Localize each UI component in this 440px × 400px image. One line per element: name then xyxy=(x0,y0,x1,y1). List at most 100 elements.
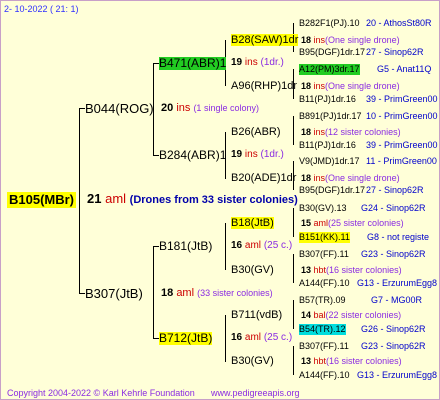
g4-queen[interactable]: B711(vdB) xyxy=(231,309,282,321)
g5-queen[interactable]: B307(FF).11 xyxy=(299,341,349,352)
g4-num: 14 xyxy=(301,310,312,320)
g4-note: (One single drone) xyxy=(325,35,400,45)
g3-queen[interactable]: B712(JtB) xyxy=(159,332,213,345)
g4-note: (25 sister colonies) xyxy=(328,218,404,228)
g2-num: 20 xyxy=(161,102,174,114)
connector xyxy=(293,116,294,145)
g5-queen[interactable]: B891(PJ)1dr.17 xyxy=(299,111,362,122)
g5-line: G23 - Sinop62R xyxy=(361,249,426,259)
g2-queen[interactable]: B307(JtB) xyxy=(85,287,143,301)
g5-line: 27 - Sinop62R xyxy=(366,185,424,195)
g4-note: (16 sister colonies) xyxy=(326,265,402,275)
g4-tag: hbt xyxy=(313,356,327,366)
copyright-text: Copyright 2004-2022 © Karl Kehrle Founda… xyxy=(7,388,195,398)
g4-num: 18 xyxy=(301,35,312,45)
g4-tag: aml xyxy=(313,218,329,228)
g4-queen[interactable]: B30(GV) xyxy=(231,264,274,276)
g4-tag: ins xyxy=(313,81,326,91)
g5-line: 11 - PrimGreen00 xyxy=(366,156,437,166)
g4-tag: ins xyxy=(313,127,326,137)
g3-note: (25 c.) xyxy=(263,240,293,251)
g4-note: (22 sister colonies) xyxy=(325,310,402,320)
root-num: 21 xyxy=(87,191,102,206)
g5-line: G24 - Sinop62R xyxy=(361,203,426,213)
g5-queen[interactable]: B151(KK).11 xyxy=(299,232,350,243)
g4-note: (12 sister colonies) xyxy=(325,127,401,137)
g5-line: G7 - MG00R xyxy=(371,295,423,305)
g5-queen[interactable]: B11(PJ)1dr.16 xyxy=(299,140,356,151)
g5-queen[interactable]: B11(PJ)1dr.16 xyxy=(299,94,356,105)
g3-tag: ins xyxy=(244,57,258,68)
g2-tag: aml xyxy=(176,287,195,299)
connector xyxy=(293,346,294,375)
g4-queen[interactable]: B18(JtB) xyxy=(231,217,274,229)
g4-num: 13 xyxy=(301,265,312,275)
g4-note: (One single drone) xyxy=(325,173,400,183)
connector xyxy=(225,223,226,270)
g5-queen[interactable]: B54(TR).12 xyxy=(299,324,346,335)
g5-queen[interactable]: B57(TR).09 xyxy=(299,295,346,306)
g4-note: (16 sister colonies) xyxy=(326,356,402,366)
connector xyxy=(293,254,294,283)
g4-info: 18 ins(One single drone) xyxy=(301,34,400,46)
g5-queen[interactable]: B95(DGF)1dr.17 xyxy=(299,185,365,196)
g4-tag: bal xyxy=(313,310,326,320)
g3-queen[interactable]: B471(ABR)1 xyxy=(159,57,227,70)
g5-queen[interactable]: A12(PM)3dr.17 xyxy=(299,64,360,75)
g5-queen[interactable]: V9(JMD)1dr.17 xyxy=(299,156,360,167)
root-info: 21 aml (Drones from 33 sister colonies) xyxy=(87,191,298,206)
g5-line: G26 - Sinop62R xyxy=(361,324,426,334)
g3-note: (25 c.) xyxy=(263,332,293,343)
g2-note: (33 sister colonies) xyxy=(197,288,273,298)
date-stamp: 2- 10-2022 ( 21: 1) xyxy=(4,4,79,14)
g3-tag: ins xyxy=(244,149,258,160)
g4-note: (One single drone) xyxy=(325,81,400,91)
g4-tag: hbt xyxy=(313,265,327,275)
root-queen[interactable]: B105(MBr) xyxy=(7,192,77,208)
g3-queen[interactable]: B181(JtB) xyxy=(159,240,212,253)
g5-queen[interactable]: B282F1(PJ).10 xyxy=(299,18,360,29)
g3-num: 19 xyxy=(231,57,243,68)
g3-info: 19 ins (1dr.) xyxy=(231,57,284,69)
g5-queen[interactable]: B30(GV).13 xyxy=(299,203,347,214)
g4-queen[interactable]: B30(GV) xyxy=(231,355,274,367)
g5-queen[interactable]: B307(FF).11 xyxy=(299,249,349,260)
g5-queen[interactable]: A144(FF).10 xyxy=(299,278,350,289)
connector xyxy=(153,246,154,338)
connector xyxy=(225,315,226,362)
g3-tag: aml xyxy=(244,332,262,343)
g5-line: G23 - Sinop62R xyxy=(361,341,426,351)
g5-line: G5 - Anat11Q xyxy=(377,64,432,74)
g4-num: 18 xyxy=(301,173,312,183)
g3-num: 16 xyxy=(231,332,243,343)
g4-queen[interactable]: B26(ABR) xyxy=(231,126,281,138)
g2-info: 20 ins (1 single colony) xyxy=(161,102,259,114)
connector xyxy=(293,300,294,329)
g3-queen[interactable]: B284(ABR)1 xyxy=(159,149,226,162)
g4-queen[interactable]: A96(RHP)1dr xyxy=(231,80,297,92)
g4-info: 14 bal(22 sister colonies) xyxy=(301,309,401,321)
g2-note: (1 single colony) xyxy=(193,103,259,113)
g4-queen[interactable]: B28(SAW)1dr xyxy=(231,34,299,46)
pedigree-frame: 2- 10-2022 ( 21: 1) B105(MBr) 21 aml (Dr… xyxy=(0,0,440,400)
g2-queen[interactable]: B044(ROG) xyxy=(85,102,154,116)
g5-queen[interactable]: B95(DGF)1dr.17 xyxy=(299,47,365,58)
g3-note: (1dr.) xyxy=(260,149,284,160)
g4-info: 13 hbt(16 sister colonies) xyxy=(301,355,402,367)
g5-queen[interactable]: A144(FF).10 xyxy=(299,370,350,381)
g2-num: 18 xyxy=(161,287,174,299)
site-link[interactable]: www.pedigreeapis.org xyxy=(211,387,300,399)
g5-line: 39 - PrimGreen00 xyxy=(366,94,438,104)
g4-info: 18 ins(One single drone) xyxy=(301,80,400,92)
g3-tag: aml xyxy=(244,240,262,251)
g5-line: G13 - ErzurumEgg8 xyxy=(357,278,438,288)
g5-line: 10 - PrimGreen00 xyxy=(366,111,438,121)
g4-tag: ins xyxy=(313,173,326,183)
root-tag: aml xyxy=(105,191,127,206)
g2-info: 18 aml (33 sister colonies) xyxy=(161,287,273,299)
connector xyxy=(293,208,294,237)
g3-num: 16 xyxy=(231,240,243,251)
g4-queen[interactable]: B20(ADE)1dr xyxy=(231,172,296,184)
g5-line: G8 - not registe xyxy=(367,232,430,242)
g4-num: 18 xyxy=(301,81,312,91)
